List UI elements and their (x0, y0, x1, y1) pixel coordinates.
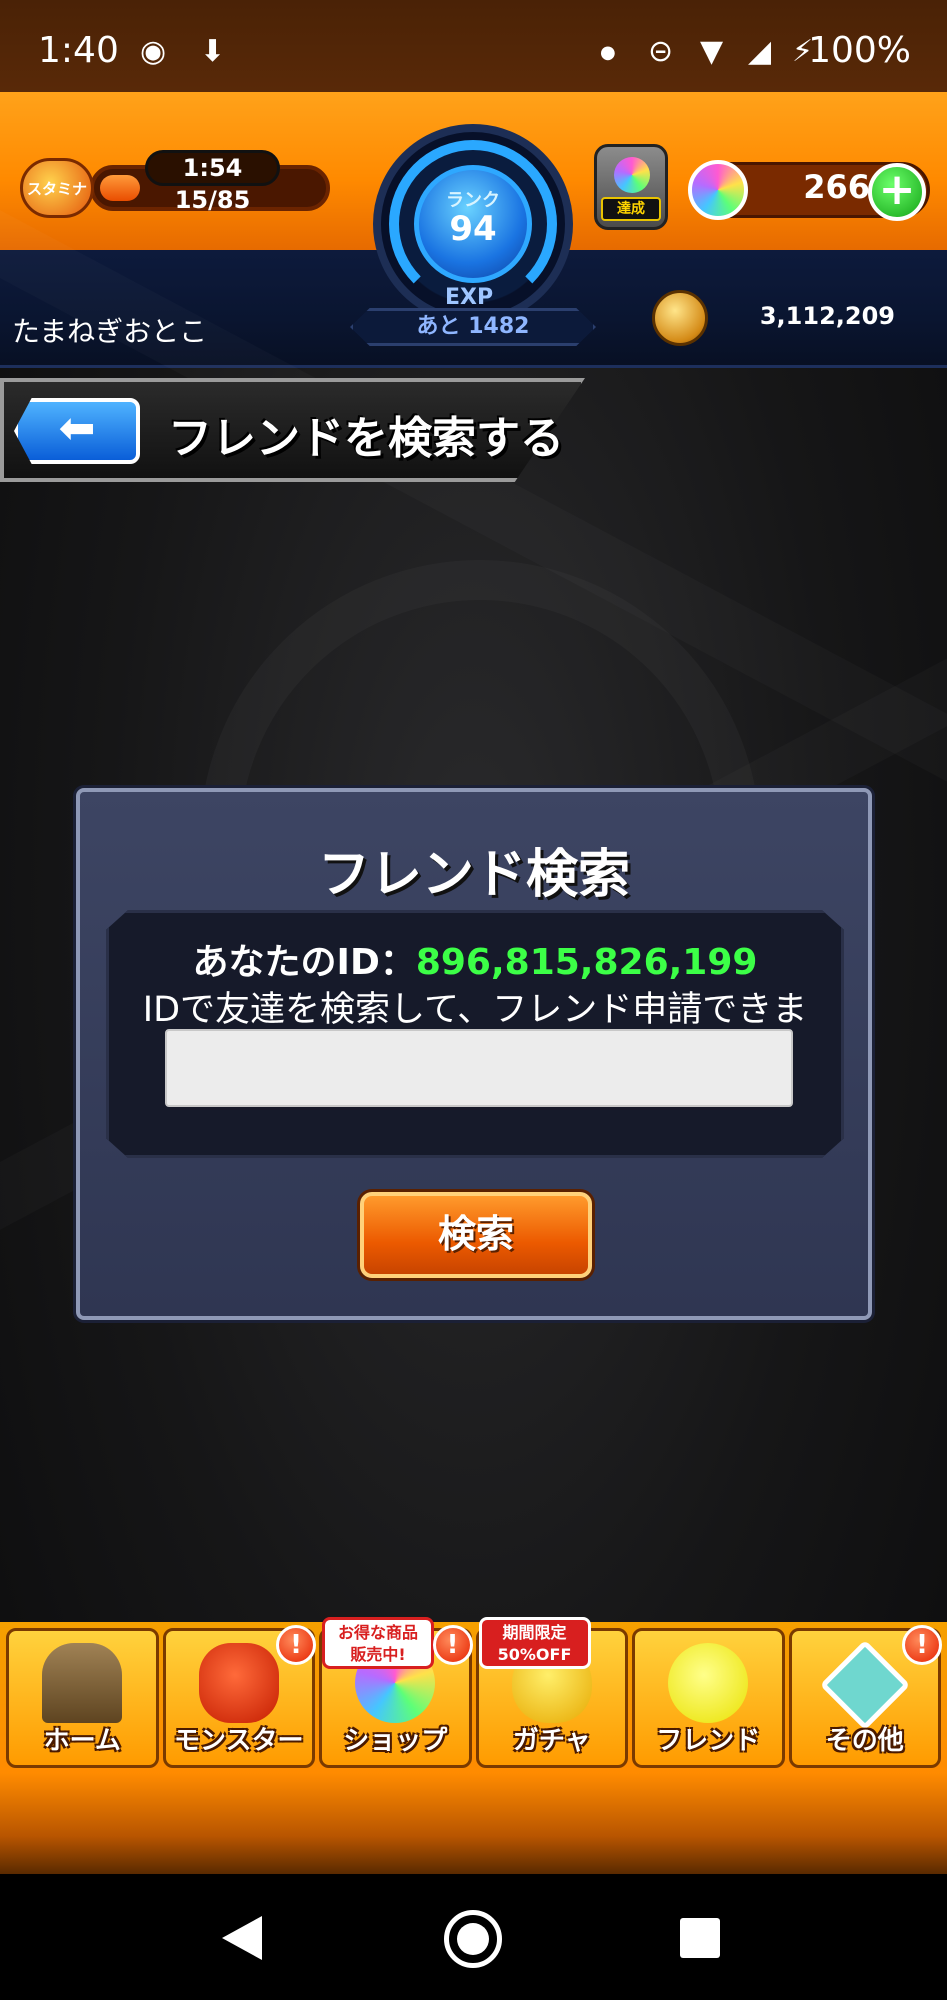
nav-other[interactable]: その他 ! (788, 1625, 942, 1768)
rank-value: 94 (449, 209, 497, 249)
nav-home[interactable]: ホーム (6, 1628, 159, 1768)
friends-icon (668, 1643, 749, 1723)
stamina-timer: 1:54 (145, 150, 280, 186)
wifi-icon: ▼ (700, 34, 724, 69)
location-icon: ◉ (140, 34, 167, 69)
dot-icon: ● (600, 42, 616, 63)
exp-label: EXP (445, 285, 494, 310)
your-id-value: 896,815,826,199 (415, 942, 758, 983)
orb-icon (688, 160, 748, 220)
back-button[interactable]: ⬅ (14, 398, 140, 464)
gold-amount: 3,112,209 (759, 302, 895, 330)
home-gate-icon (42, 1643, 123, 1723)
status-time: 1:40 (38, 30, 119, 71)
page-title: フレンドを検索する (168, 413, 564, 464)
your-id-line: あなたのID：896,815,826,199 (109, 933, 841, 985)
nav-monster[interactable]: モンスター ! (162, 1625, 316, 1768)
dialog-title: フレンド検索 (317, 845, 630, 905)
id-panel: あなたのID：896,815,826,199 IDで友達を検索して、フレンド申請… (106, 910, 844, 1158)
system-back-icon[interactable] (222, 1916, 262, 1960)
system-recents-icon[interactable] (680, 1918, 720, 1958)
stamina-fill (100, 175, 140, 201)
download-icon: ⬇ (200, 34, 226, 69)
alert-badge: ! (276, 1625, 316, 1665)
battery-percent: 100% (808, 30, 911, 71)
nav-shop[interactable]: ショップ お得な商品 販売中! ! (319, 1617, 473, 1768)
nav-home-label: ホーム (43, 1726, 121, 1756)
your-id-label: あなたのID： (192, 942, 416, 983)
app-screen: 1:40 ◉ ⬇ ● ⊝ ▼ ◢ ⚡ 100% スタミナ 1:54 15/85 … (0, 0, 947, 2000)
other-icon (819, 1639, 911, 1731)
search-button[interactable]: 検索 (360, 1192, 592, 1278)
monster-icon (198, 1643, 279, 1723)
cell-signal-icon: ◢ (748, 34, 772, 69)
status-bar: 1:40 ◉ ⬇ ● ⊝ ▼ ◢ ⚡ 100% (0, 0, 947, 105)
system-home-icon[interactable] (444, 1910, 502, 1968)
orb-count: 266 (803, 168, 870, 206)
bottom-nav: ホーム モンスター ! ショップ お得な商品 販売中! ! ガチャ 期間限定 50%… (6, 1617, 942, 1768)
nav-friend-label: フレンド (656, 1726, 761, 1756)
shop-promo-badge: お得な商品 販売中! (322, 1617, 434, 1669)
nav-gacha-label: ガチャ (512, 1726, 591, 1756)
back-arrow-icon: ⬅ (58, 403, 96, 454)
gacha-promo-badge: 期間限定 50%OFF (478, 1617, 591, 1669)
stamina-icon: スタミナ (20, 158, 94, 218)
nav-other-label: その他 (825, 1726, 904, 1756)
achievement-gem-icon (614, 157, 650, 193)
friend-id-input[interactable] (165, 1029, 793, 1107)
stamina-value: 15/85 (174, 186, 251, 214)
nav-friend[interactable]: フレンド (632, 1628, 785, 1768)
nav-gacha[interactable]: ガチャ 期間限定 50%OFF (475, 1617, 628, 1768)
nav-monster-label: モンスター (174, 1726, 304, 1756)
gold-coin-icon (652, 290, 708, 346)
friend-search-dialog: フレンド検索 あなたのID：896,815,826,199 IDで友達を検索して… (76, 788, 872, 1320)
exp-remaining: あと 1482 (350, 308, 596, 346)
dnd-icon: ⊝ (648, 34, 674, 69)
buy-orbs-button[interactable]: + (868, 163, 926, 221)
achievement-button[interactable]: 達成 (594, 144, 668, 230)
achievement-label: 達成 (601, 197, 661, 221)
alert-badge: ! (432, 1625, 473, 1665)
rank-circle: ランク 94 (414, 165, 532, 283)
nav-shop-label: ショップ (343, 1726, 448, 1756)
alert-badge: ! (902, 1625, 942, 1665)
